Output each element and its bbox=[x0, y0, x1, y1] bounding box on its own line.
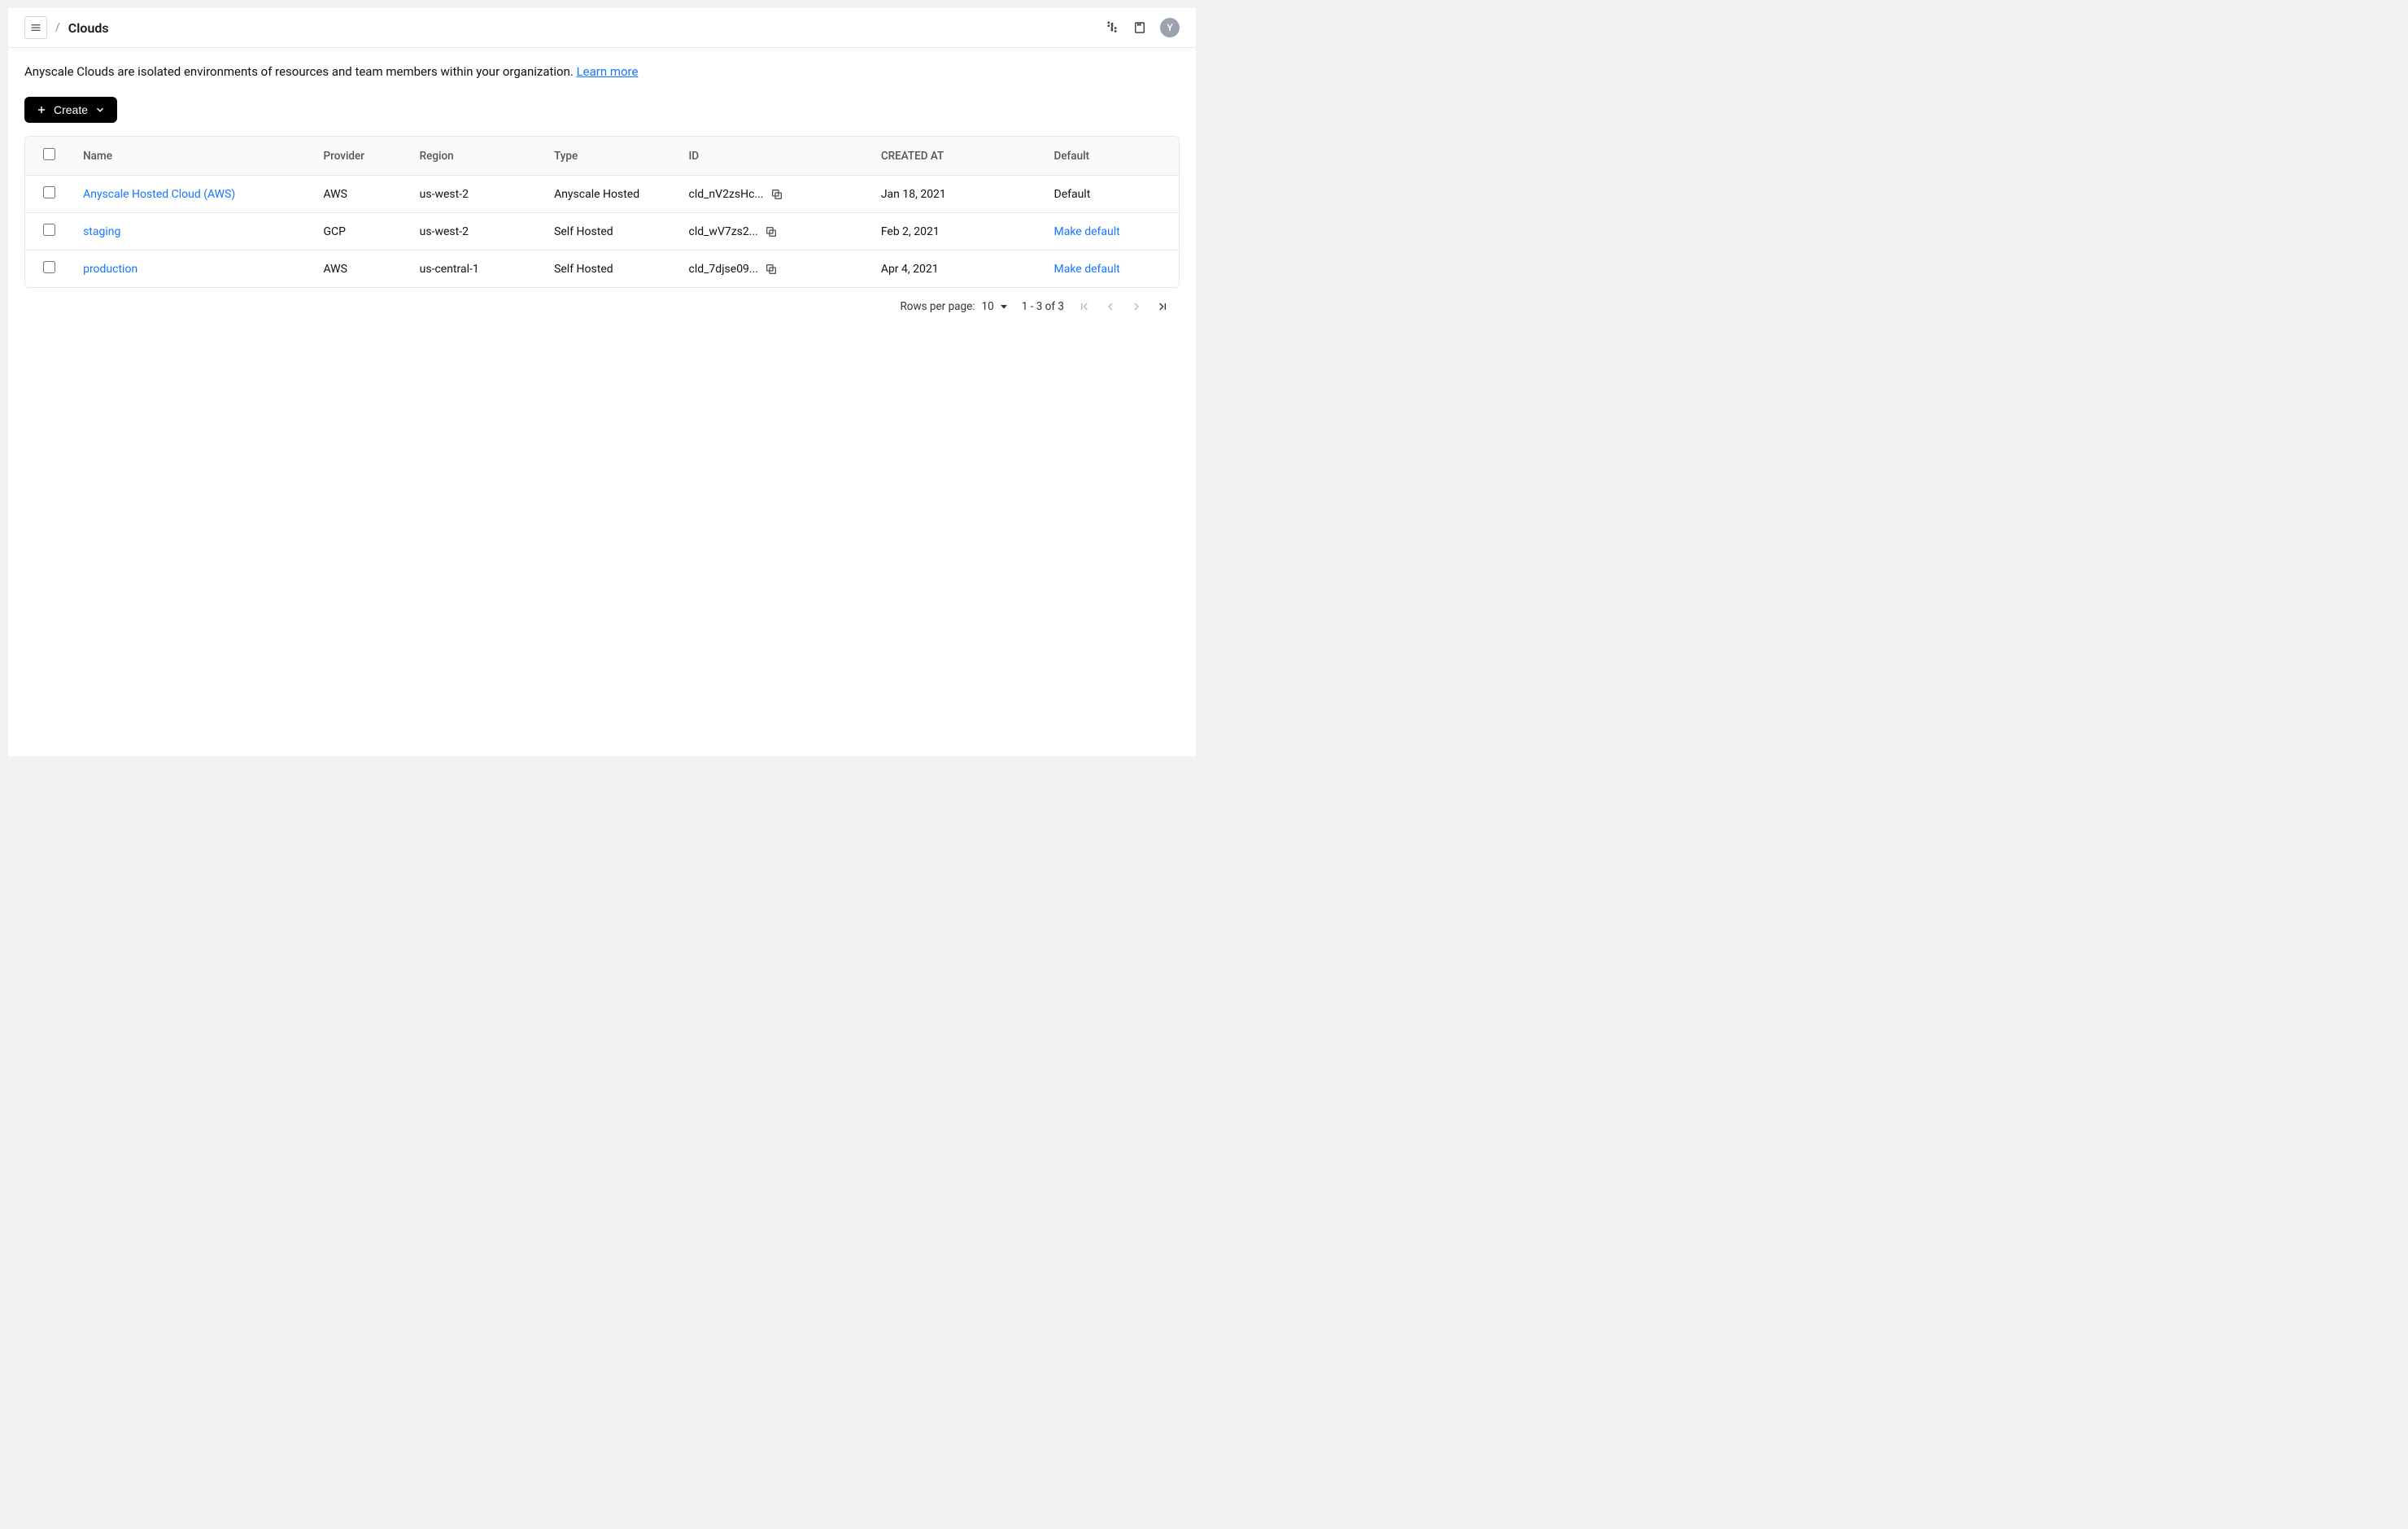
topbar-left: / Clouds bbox=[24, 16, 109, 39]
row-checkbox[interactable] bbox=[43, 261, 55, 273]
cell-id: cld_7djse09... bbox=[678, 250, 870, 288]
chevron-down-icon bbox=[94, 104, 106, 115]
description-text: Anyscale Clouds are isolated environment… bbox=[24, 64, 577, 79]
cell-created-at: Apr 4, 2021 bbox=[871, 250, 1045, 288]
copy-id-button[interactable] bbox=[770, 188, 783, 201]
page-title: Clouds bbox=[68, 20, 109, 36]
cell-provider: GCP bbox=[313, 213, 409, 250]
make-default-link[interactable]: Make default bbox=[1054, 225, 1120, 238]
learn-more-link[interactable]: Learn more bbox=[577, 64, 639, 79]
cell-region: us-west-2 bbox=[410, 176, 544, 213]
plus-icon bbox=[36, 104, 47, 115]
cell-default: Make default bbox=[1045, 213, 1180, 250]
cloud-name-link[interactable]: Anyscale Hosted Cloud (AWS) bbox=[83, 188, 235, 201]
pagination-range: 1 - 3 of 3 bbox=[1022, 300, 1064, 313]
cloud-name-link[interactable]: production bbox=[83, 263, 137, 276]
table-row: Anyscale Hosted Cloud (AWS) AWSus-west-2A… bbox=[25, 176, 1179, 213]
cell-region: us-central-1 bbox=[410, 250, 544, 288]
caret-down-icon bbox=[997, 300, 1010, 313]
cell-region: us-west-2 bbox=[410, 213, 544, 250]
row-checkbox-cell bbox=[25, 176, 73, 213]
rows-per-page-label: Rows per page: bbox=[900, 300, 975, 313]
rows-per-page-value: 10 bbox=[982, 300, 994, 313]
cell-name: Anyscale Hosted Cloud (AWS) bbox=[73, 176, 313, 213]
create-button[interactable]: Create bbox=[24, 97, 117, 123]
hamburger-icon bbox=[29, 21, 42, 34]
cell-id: cld_wV7zs2... bbox=[678, 213, 870, 250]
menu-button[interactable] bbox=[24, 16, 47, 39]
avatar-initial: Y bbox=[1167, 22, 1172, 33]
first-page-icon bbox=[1078, 300, 1091, 313]
header-created-at[interactable]: CREATED AT bbox=[871, 137, 1045, 176]
cell-type: Self Hosted bbox=[544, 250, 678, 288]
rows-per-page: Rows per page: 10 bbox=[900, 300, 1010, 313]
cell-default: Default bbox=[1045, 176, 1180, 213]
last-page-button[interactable] bbox=[1154, 298, 1171, 316]
topbar-right: Y bbox=[1105, 18, 1180, 37]
row-checkbox[interactable] bbox=[43, 224, 55, 236]
cell-provider: AWS bbox=[313, 250, 409, 288]
avatar[interactable]: Y bbox=[1160, 18, 1180, 37]
page-description: Anyscale Clouds are isolated environment… bbox=[24, 64, 1180, 79]
row-checkbox[interactable] bbox=[43, 186, 55, 198]
header-default[interactable]: Default bbox=[1045, 137, 1180, 176]
cell-id-text: cld_nV2zsHc... bbox=[688, 188, 763, 201]
header-name[interactable]: Name bbox=[73, 137, 313, 176]
cell-created-at: Feb 2, 2021 bbox=[871, 213, 1045, 250]
pagination-nav bbox=[1075, 298, 1171, 316]
copy-icon bbox=[765, 225, 778, 238]
app-frame: / Clouds Y Anyscale Clouds are isolated … bbox=[8, 8, 1196, 756]
cell-default: Make default bbox=[1045, 250, 1180, 288]
chevron-left-icon bbox=[1104, 300, 1117, 313]
row-checkbox-cell bbox=[25, 250, 73, 288]
cell-provider: AWS bbox=[313, 176, 409, 213]
cell-id: cld_nV2zsHc... bbox=[678, 176, 870, 213]
cell-created-at: Jan 18, 2021 bbox=[871, 176, 1045, 213]
create-button-label: Create bbox=[54, 103, 88, 116]
prev-page-button[interactable] bbox=[1101, 298, 1119, 316]
header-type[interactable]: Type bbox=[544, 137, 678, 176]
next-page-button[interactable] bbox=[1128, 298, 1145, 316]
last-page-icon bbox=[1156, 300, 1169, 313]
default-label: Default bbox=[1054, 188, 1091, 201]
clouds-table: Name Provider Region Type ID CREATED AT … bbox=[24, 136, 1180, 288]
cell-id-text: cld_7djse09... bbox=[688, 263, 758, 276]
select-all-checkbox[interactable] bbox=[43, 148, 55, 160]
cell-type: Self Hosted bbox=[544, 213, 678, 250]
cell-name: production bbox=[73, 250, 313, 288]
cell-name: staging bbox=[73, 213, 313, 250]
first-page-button[interactable] bbox=[1075, 298, 1093, 316]
header-region[interactable]: Region bbox=[410, 137, 544, 176]
table-row: production AWSus-central-1Self Hosted cld_… bbox=[25, 250, 1179, 288]
make-default-link[interactable]: Make default bbox=[1054, 263, 1120, 276]
rows-per-page-select[interactable]: 10 bbox=[982, 300, 1010, 313]
topbar: / Clouds Y bbox=[8, 8, 1196, 48]
row-checkbox-cell bbox=[25, 213, 73, 250]
header-id[interactable]: ID bbox=[678, 137, 870, 176]
pagination: Rows per page: 10 1 - 3 of 3 bbox=[24, 288, 1180, 316]
breadcrumb-separator: / bbox=[55, 21, 60, 34]
copy-icon bbox=[770, 188, 783, 201]
content: Anyscale Clouds are isolated environment… bbox=[8, 48, 1196, 756]
chevron-right-icon bbox=[1130, 300, 1143, 313]
docs-icon[interactable] bbox=[1132, 20, 1147, 35]
header-provider[interactable]: Provider bbox=[313, 137, 409, 176]
cell-id-text: cld_wV7zs2... bbox=[688, 225, 757, 238]
copy-id-button[interactable] bbox=[765, 263, 778, 276]
copy-icon bbox=[765, 263, 778, 276]
cloud-name-link[interactable]: staging bbox=[83, 225, 120, 238]
slack-icon[interactable] bbox=[1105, 20, 1119, 35]
header-checkbox-cell bbox=[25, 137, 73, 176]
table-row: staging GCPus-west-2Self Hosted cld_wV7zs2… bbox=[25, 213, 1179, 250]
copy-id-button[interactable] bbox=[765, 225, 778, 238]
table-header-row: Name Provider Region Type ID CREATED AT … bbox=[25, 137, 1179, 176]
cell-type: Anyscale Hosted bbox=[544, 176, 678, 213]
